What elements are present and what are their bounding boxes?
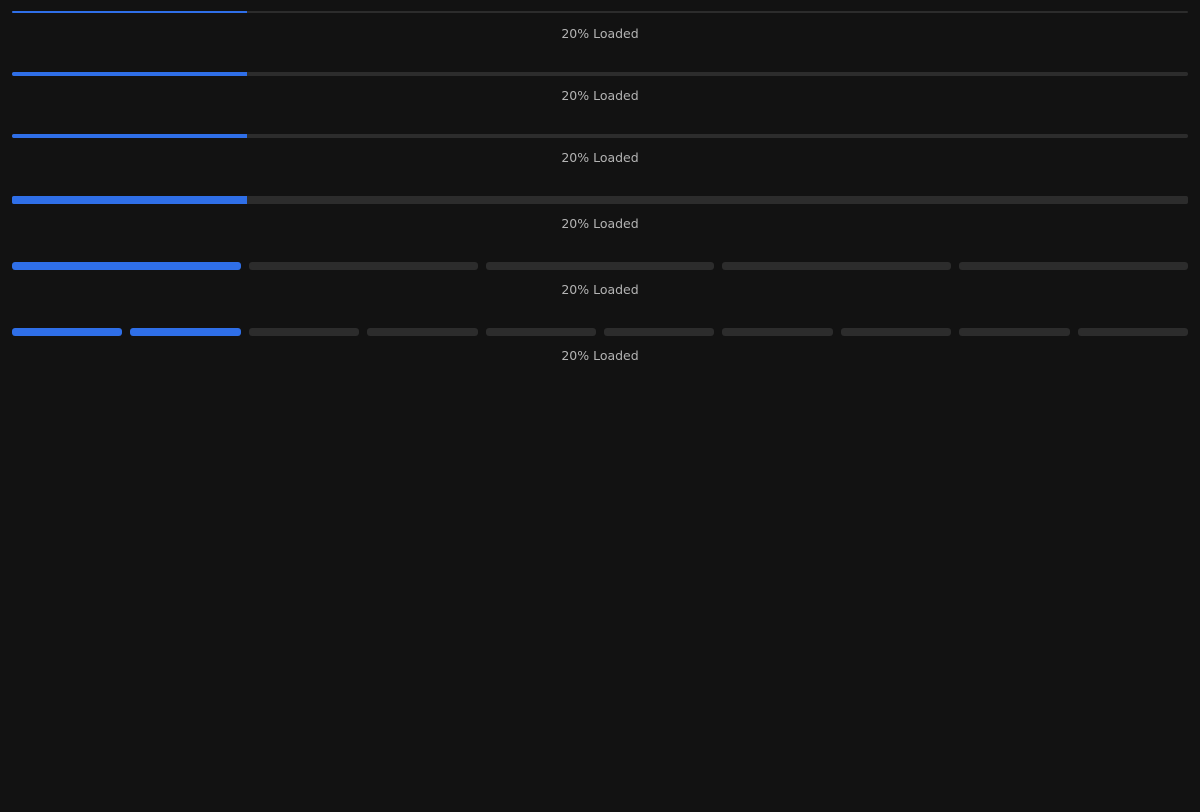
progress-label: 20% Loaded bbox=[561, 150, 639, 165]
progress-fill bbox=[12, 134, 248, 138]
segment-track bbox=[12, 262, 1188, 270]
progress-bar-segmented-5: 20% Loaded bbox=[12, 262, 1188, 297]
progress-segment-empty bbox=[959, 328, 1070, 336]
progress-label: 20% Loaded bbox=[561, 26, 639, 41]
progress-bars-demo: 20% Loaded 20% Loaded 20% Loaded 20% Loa… bbox=[0, 0, 1200, 812]
progress-track bbox=[12, 72, 1188, 76]
progress-fill bbox=[12, 196, 248, 204]
progress-segment-empty bbox=[485, 262, 715, 270]
progress-bar-segmented-10: 20% Loaded bbox=[12, 328, 1189, 363]
progress-track bbox=[12, 11, 1188, 13]
segment-track bbox=[12, 328, 1189, 336]
progress-segment-empty bbox=[248, 262, 478, 270]
progress-bar-thick: 20% Loaded bbox=[12, 196, 1188, 231]
progress-bar-thin: 20% Loaded bbox=[12, 11, 1188, 41]
progress-track bbox=[12, 196, 1188, 204]
progress-segment-empty bbox=[367, 328, 478, 336]
progress-segment-filled bbox=[12, 328, 123, 336]
progress-label: 20% Loaded bbox=[561, 282, 639, 297]
progress-segment-filled bbox=[130, 328, 241, 336]
progress-fill bbox=[12, 72, 248, 76]
progress-segment-empty bbox=[248, 328, 360, 336]
progress-fill bbox=[12, 11, 248, 13]
progress-label: 20% Loaded bbox=[561, 216, 639, 231]
progress-segment-empty bbox=[604, 328, 715, 336]
progress-track bbox=[12, 134, 1188, 138]
progress-bar-small: 20% Loaded bbox=[12, 72, 1188, 103]
progress-segment-empty bbox=[959, 262, 1188, 270]
progress-segment-empty bbox=[840, 328, 952, 336]
progress-segment-filled bbox=[12, 262, 241, 270]
progress-label: 20% Loaded bbox=[561, 88, 639, 103]
progress-segment-empty bbox=[485, 328, 597, 336]
progress-segment-empty bbox=[722, 328, 833, 336]
progress-bar-medium: 20% Loaded bbox=[12, 134, 1188, 165]
progress-segment-empty bbox=[722, 262, 952, 270]
progress-label: 20% Loaded bbox=[561, 348, 639, 363]
progress-segment-empty bbox=[1077, 328, 1189, 336]
